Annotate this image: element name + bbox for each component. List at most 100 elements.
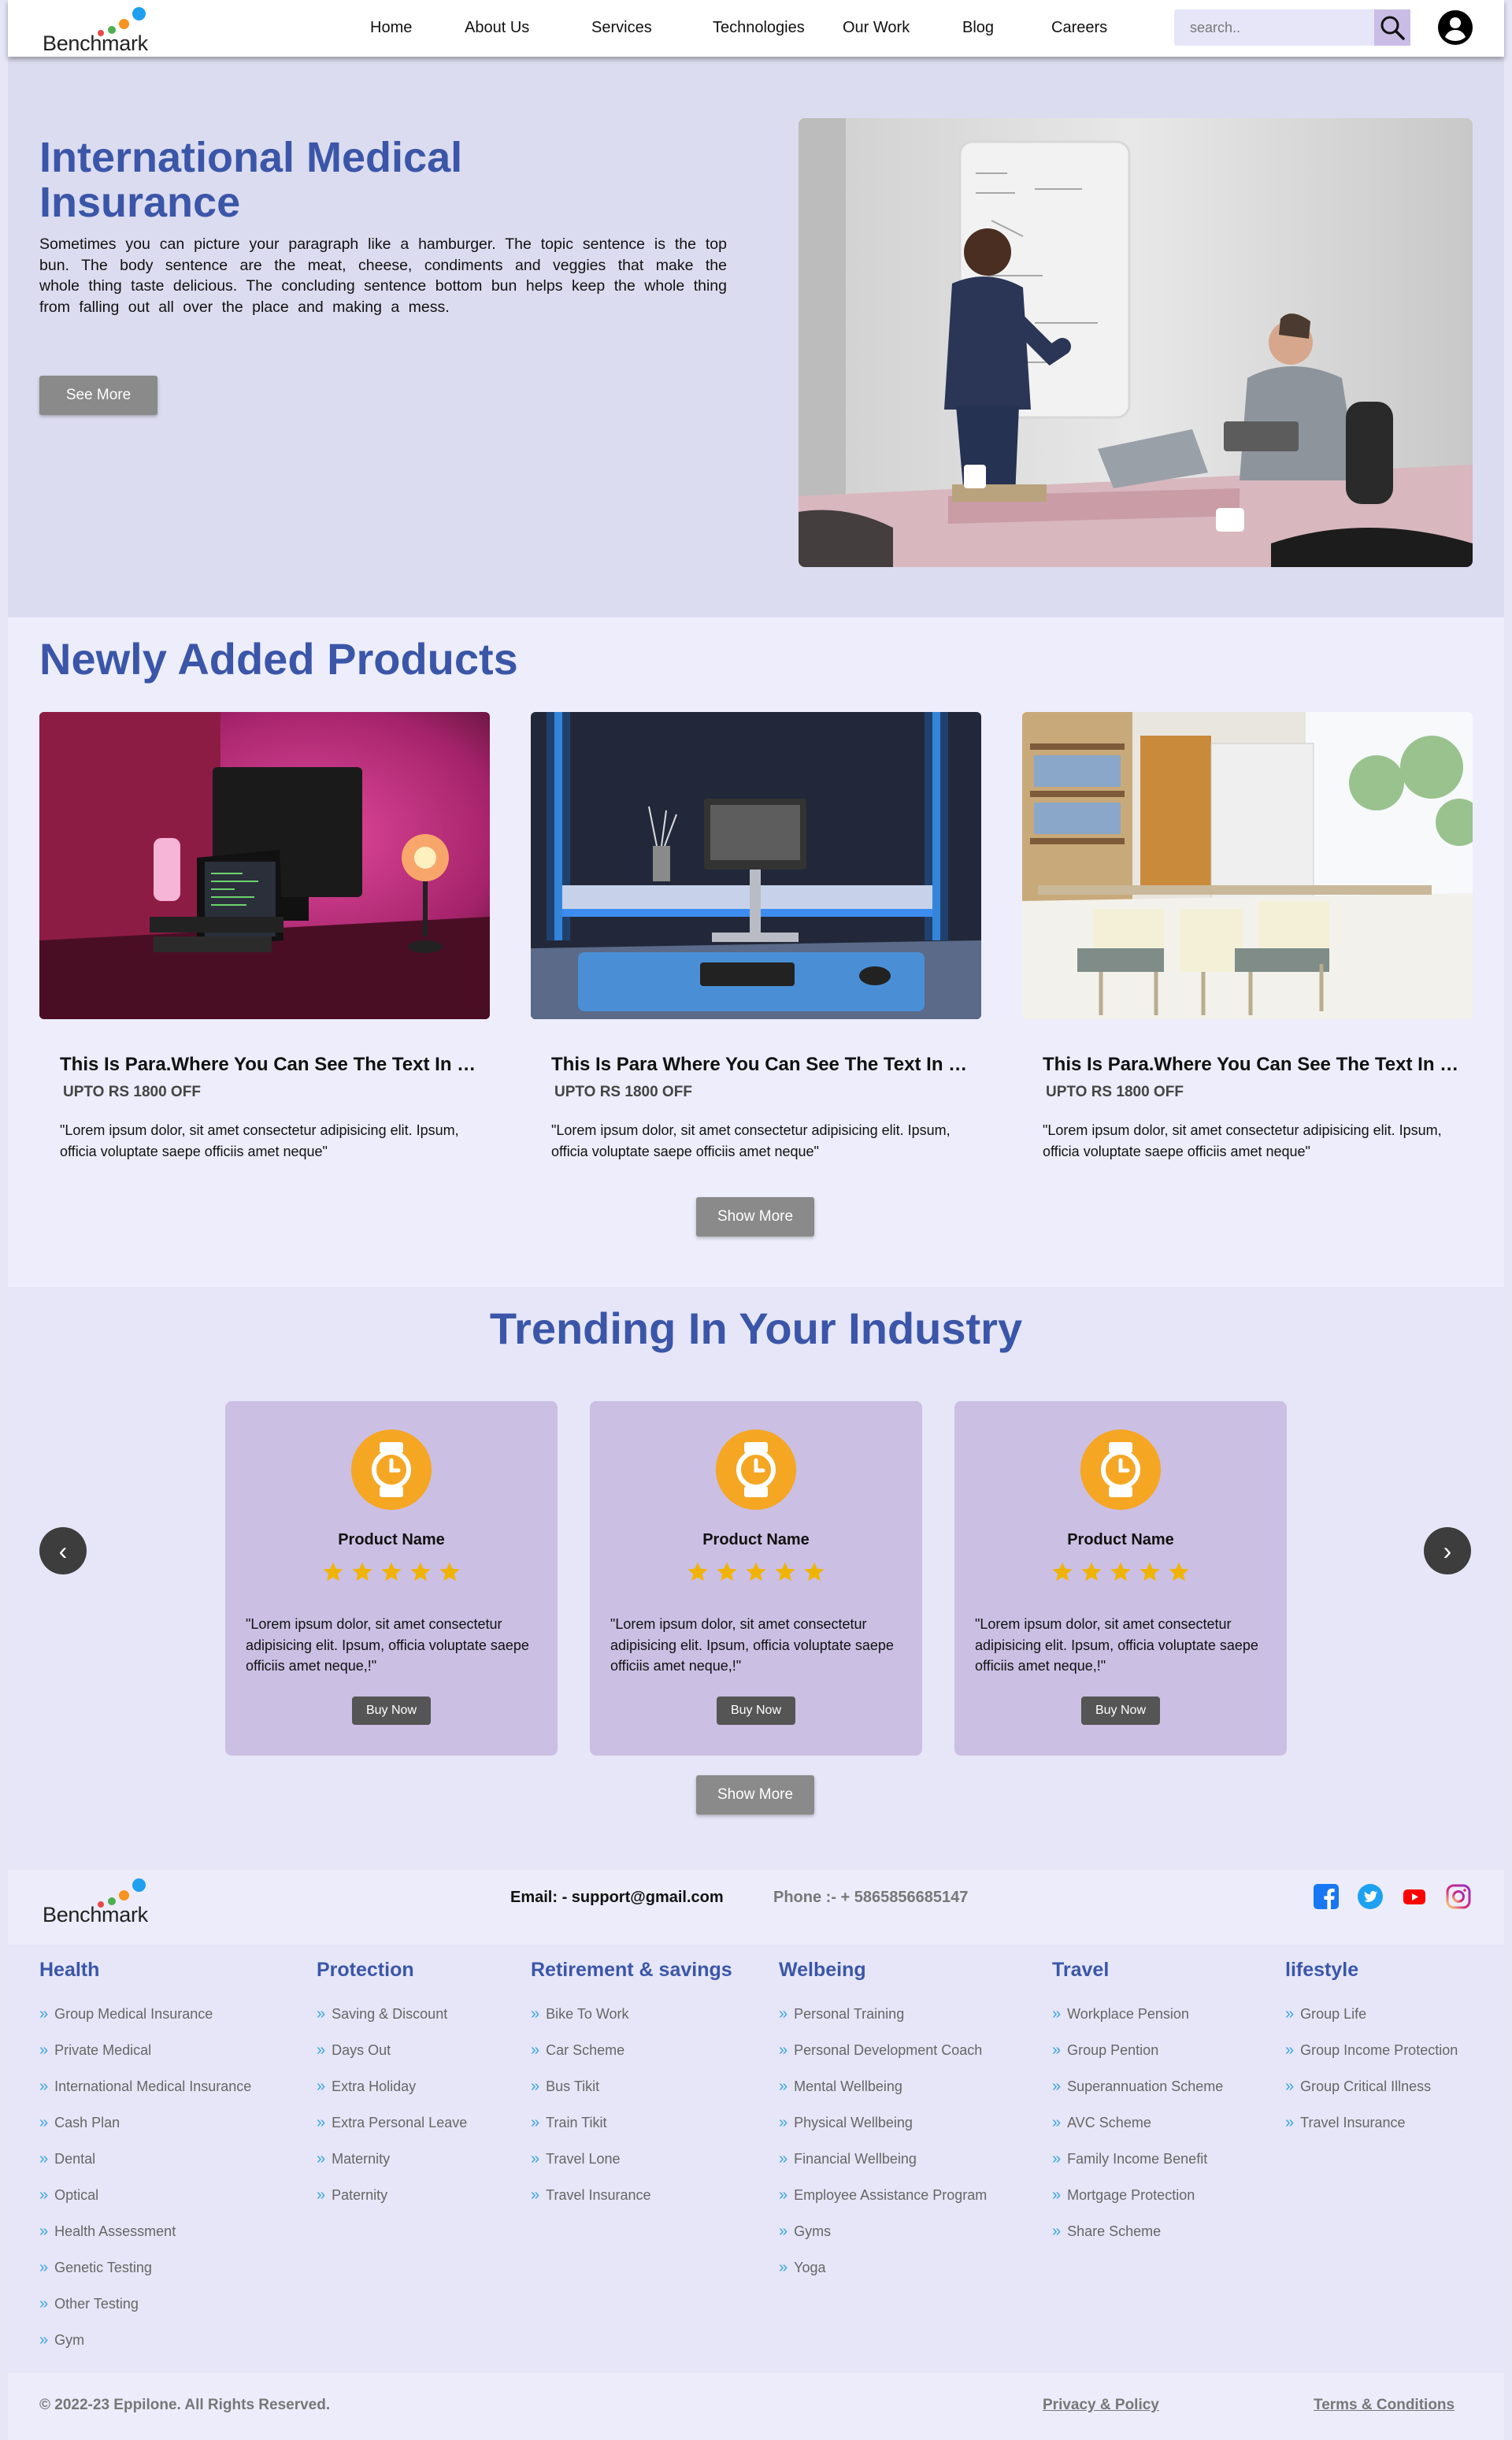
watch-icon xyxy=(351,1430,432,1510)
product-image xyxy=(39,712,490,1019)
product-title: This Is Para Where You Can See The Text … xyxy=(551,1054,976,1075)
footer-link[interactable]: » Car Scheme xyxy=(531,2040,732,2076)
chevron-right-icon: » xyxy=(1285,2005,1295,2023)
footer-link[interactable]: » Genetic Testing xyxy=(39,2257,251,2294)
logo-dot xyxy=(132,7,146,20)
search-box xyxy=(1174,9,1410,46)
footer-links: Health » Group Medical Insurance » Private… xyxy=(8,1945,1504,2373)
logo[interactable]: Benchmark xyxy=(43,5,169,55)
footer-link[interactable]: » Other Testing xyxy=(39,2294,251,2330)
carousel-prev-button[interactable]: ‹ xyxy=(39,1527,87,1574)
footer-link[interactable]: » Paternity xyxy=(317,2185,467,2221)
copyright-text: © 2022-23 Eppilone. All Rights Reserved. xyxy=(39,2397,331,2413)
see-more-button[interactable]: See More xyxy=(39,376,158,415)
chevron-right-icon: » xyxy=(1052,2150,1062,2167)
footer-link[interactable]: » Gyms xyxy=(779,2221,987,2257)
chevron-right-icon: » xyxy=(39,2295,49,2312)
trending-product-name: Product Name xyxy=(1067,1531,1174,1548)
footer-link[interactable]: » Group Life xyxy=(1285,2004,1458,2040)
nav-home[interactable]: Home xyxy=(370,19,412,37)
chevron-right-icon: » xyxy=(531,2186,540,2204)
nav-blog[interactable]: Blog xyxy=(962,19,994,37)
chevron-right-icon: » xyxy=(531,2150,540,2167)
search-button[interactable] xyxy=(1374,9,1410,46)
footer-link[interactable]: » AVC Scheme xyxy=(1052,2112,1223,2149)
chevron-right-icon: » xyxy=(1052,2114,1062,2131)
footer-link[interactable]: » Gym xyxy=(39,2330,251,2366)
buy-now-button[interactable]: Buy Now xyxy=(1081,1697,1160,1725)
footer-logo[interactable]: Benchmark xyxy=(43,1876,169,1926)
search-input[interactable] xyxy=(1174,9,1374,46)
footer-column-health: Health » Group Medical Insurance » Private… xyxy=(39,1959,251,2366)
footer-link[interactable]: » Extra Holiday xyxy=(317,2076,467,2112)
chevron-right-icon: » xyxy=(779,2186,788,2204)
product-card[interactable]: This Is Para.Where You Can See The Text … xyxy=(1022,712,1473,1159)
star-icon xyxy=(1169,1562,1189,1582)
nav-our-work[interactable]: Our Work xyxy=(843,19,910,37)
footer-link[interactable]: » Optical xyxy=(39,2185,251,2221)
footer-link[interactable]: » Group Medical Insurance xyxy=(39,2004,251,2040)
twitter-icon[interactable] xyxy=(1358,1884,1383,1909)
footer-link[interactable]: » Bike To Work xyxy=(531,2004,732,2040)
footer-link[interactable]: » International Medical Insurance xyxy=(39,2076,251,2112)
nav-careers[interactable]: Careers xyxy=(1051,19,1107,37)
footer-link[interactable]: » Travel Lone xyxy=(531,2149,732,2185)
footer-link[interactable]: » Personal Training xyxy=(779,2004,987,2040)
footer-link[interactable]: » Extra Personal Leave xyxy=(317,2112,467,2149)
footer-link[interactable]: » Family Income Benefit xyxy=(1052,2149,1223,2185)
footer-link[interactable]: » Share Scheme xyxy=(1052,2221,1223,2257)
star-rating xyxy=(590,1560,922,1584)
product-card[interactable]: This Is Para Where You Can See The Text … xyxy=(531,712,981,1159)
footer-bottom-bar: © 2022-23 Eppilone. All Rights Reserved.… xyxy=(8,2373,1504,2440)
nav-technologies[interactable]: Technologies xyxy=(713,19,805,37)
footer-link[interactable]: » Yoga xyxy=(779,2257,987,2294)
trending-show-more-button[interactable]: Show More xyxy=(696,1775,814,1815)
footer-link[interactable]: » Superannuation Scheme xyxy=(1052,2076,1223,2112)
chevron-right-icon: » xyxy=(317,2078,326,2095)
product-card[interactable]: This Is Para.Where You Can See The Text … xyxy=(39,712,490,1159)
products-show-more-button[interactable]: Show More xyxy=(696,1197,814,1237)
facebook-icon[interactable] xyxy=(1314,1884,1339,1909)
nav-services[interactable]: Services xyxy=(591,19,652,37)
footer-link[interactable]: » Travel Insurance xyxy=(1285,2112,1458,2149)
footer-link[interactable]: » Group Critical Illness xyxy=(1285,2076,1458,2112)
footer-link[interactable]: » Bus Tikit xyxy=(531,2076,732,2112)
footer-link[interactable]: » Financial Wellbeing xyxy=(779,2149,987,2185)
footer-link[interactable]: » Mental Wellbeing xyxy=(779,2076,987,2112)
nav-about-us[interactable]: About Us xyxy=(465,19,529,37)
footer-link[interactable]: » Group Income Protection xyxy=(1285,2040,1458,2076)
footer-link[interactable]: » Employee Assistance Program xyxy=(779,2185,987,2221)
chevron-right-icon: » xyxy=(1285,2041,1295,2059)
logo-dot xyxy=(119,19,129,29)
buy-now-button[interactable]: Buy Now xyxy=(352,1697,431,1725)
contact-phone[interactable]: Phone :- + 5865856685147 xyxy=(773,1889,968,1907)
footer-link[interactable]: » Private Medical xyxy=(39,2040,251,2076)
carousel-next-button[interactable]: › xyxy=(1424,1527,1471,1574)
youtube-icon[interactable] xyxy=(1402,1884,1427,1909)
footer-link[interactable]: » Workplace Pension xyxy=(1052,2004,1223,2040)
footer-link[interactable]: » Group Pention xyxy=(1052,2040,1223,2076)
footer-link[interactable]: » Dental xyxy=(39,2149,251,2185)
privacy-policy-link[interactable]: Privacy & Policy xyxy=(1043,2397,1159,2414)
footer-column-lifestyle: lifestyle » Group Life » Group Income Prot… xyxy=(1285,1959,1458,2149)
footer-link[interactable]: » Maternity xyxy=(317,2149,467,2185)
footer-link[interactable]: » Train Tikit xyxy=(531,2112,732,2149)
instagram-icon[interactable] xyxy=(1446,1884,1471,1909)
footer-column-retirement: Retirement & savings » Bike To Work » Car … xyxy=(531,1959,732,2221)
footer-link[interactable]: » Mortgage Protection xyxy=(1052,2185,1223,2221)
products-heading: Newly Added Products xyxy=(39,634,518,684)
footer-link[interactable]: » Personal Development Coach xyxy=(779,2040,987,2076)
footer-link[interactable]: » Days Out xyxy=(317,2040,467,2076)
footer-contact-bar: Benchmark Email: - support@gmail.com Pho… xyxy=(8,1870,1504,1945)
contact-email[interactable]: Email: - support@gmail.com xyxy=(510,1889,724,1907)
footer-link[interactable]: » Cash Plan xyxy=(39,2112,251,2149)
search-icon xyxy=(1380,16,1405,40)
footer-link[interactable]: » Health Assessment xyxy=(39,2221,251,2257)
hero-image xyxy=(799,118,1473,567)
footer-link[interactable]: » Travel Insurance xyxy=(531,2185,732,2221)
footer-link[interactable]: » Saving & Discount xyxy=(317,2004,467,2040)
footer-link[interactable]: » Physical Wellbeing xyxy=(779,2112,987,2149)
terms-conditions-link[interactable]: Terms & Conditions xyxy=(1314,2397,1455,2414)
user-account-icon[interactable] xyxy=(1438,10,1473,45)
buy-now-button[interactable]: Buy Now xyxy=(717,1697,795,1725)
